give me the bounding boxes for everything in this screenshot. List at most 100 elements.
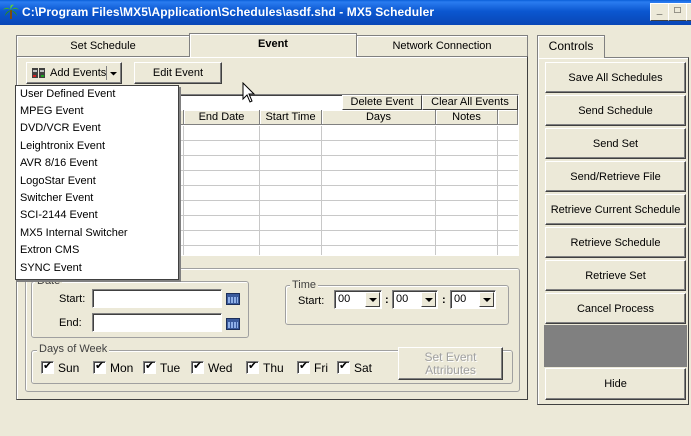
column-header-days[interactable]: Days <box>322 110 436 125</box>
add-events-menu: User Defined Event MPEG Event DVD/VCR Ev… <box>15 85 179 280</box>
end-date-input[interactable] <box>92 313 222 332</box>
thu-label: Thu <box>263 361 284 375</box>
seconds-select[interactable]: 00 <box>450 290 496 309</box>
menu-item-leightronix-event[interactable]: Leightronix Event <box>20 140 105 152</box>
retrieve-schedule-button[interactable]: Retrieve Schedule <box>545 227 686 258</box>
set-event-attributes-button[interactable]: Set Event Attributes <box>398 347 503 380</box>
column-label: Days <box>365 111 392 123</box>
menu-item-logostar-event[interactable]: LogoStar Event <box>20 175 96 187</box>
hours-value: 00 <box>338 293 351 305</box>
dropdown-arrow-icon[interactable] <box>106 66 119 80</box>
delete-event-button[interactable]: Delete Event <box>342 95 422 110</box>
column-label: Notes <box>452 111 481 123</box>
minutes-value: 00 <box>396 293 409 305</box>
cancel-process-button[interactable]: Cancel Process <box>545 293 686 324</box>
hours-select[interactable]: 00 <box>334 290 382 309</box>
column-header-start-time[interactable]: Start Time <box>260 110 322 125</box>
grid-header-cell <box>498 110 518 125</box>
add-events-button[interactable]: Add Events <box>26 62 122 84</box>
time-separator: : <box>385 294 389 306</box>
button-label: Send/Retrieve File <box>570 170 661 183</box>
tab-event[interactable]: Event <box>189 33 357 57</box>
clear-all-events-label: Clear All Events <box>431 96 509 108</box>
send-schedule-button[interactable]: Send Schedule <box>545 95 686 126</box>
column-header-notes[interactable]: Notes <box>436 110 498 125</box>
grid-column-line <box>321 126 322 255</box>
wed-label: Wed <box>208 361 233 375</box>
hide-button[interactable]: Hide <box>545 368 686 400</box>
close-button[interactable]: x <box>686 3 691 21</box>
button-label: Hide <box>604 378 627 390</box>
minutes-select[interactable]: 00 <box>392 290 438 309</box>
fri-checkbox[interactable] <box>297 359 310 374</box>
edit-event-button[interactable]: Edit Event <box>134 62 222 84</box>
retrieve-set-button[interactable]: Retrieve Set <box>545 260 686 291</box>
tue-checkbox[interactable] <box>143 359 156 374</box>
menu-item-switcher-event[interactable]: Switcher Event <box>20 192 93 204</box>
sat-label: Sat <box>354 361 373 375</box>
tab-label: Controls <box>548 39 594 53</box>
start-date-input[interactable] <box>92 289 222 308</box>
seconds-value: 00 <box>454 293 467 305</box>
chevron-down-icon[interactable] <box>479 292 494 307</box>
time-group-label: Time <box>290 279 319 291</box>
mouse-cursor-icon <box>242 82 256 103</box>
time-separator: : <box>442 294 446 306</box>
column-label: End Date <box>198 111 245 123</box>
time-start-label: Start: <box>298 295 325 307</box>
menu-item-sci-2144-event[interactable]: SCI-2144 Event <box>20 209 98 221</box>
tue-label: Tue <box>160 361 181 375</box>
tab-set-schedule[interactable]: Set Schedule <box>16 35 190 57</box>
tab-network-connection[interactable]: Network Connection <box>356 35 528 57</box>
save-all-schedules-button[interactable]: Save All Schedules <box>545 62 686 93</box>
menu-item-mx5-internal-switcher[interactable]: MX5 Internal Switcher <box>20 227 128 239</box>
tab-label: Set Schedule <box>70 40 136 52</box>
button-label: Retrieve Current Schedule <box>550 203 681 216</box>
menu-item-user-defined-event[interactable]: User Defined Event <box>20 88 115 100</box>
controls-spacer <box>544 325 687 367</box>
button-label: Retrieve Schedule <box>570 236 661 249</box>
end-date-calendar-icon[interactable] <box>226 318 240 330</box>
title-bar: C:\Program Files\MX5\Application\Schedul… <box>0 0 691 25</box>
menu-item-sync-event[interactable]: SYNC Event <box>20 262 82 274</box>
start-date-calendar-icon[interactable] <box>226 293 240 305</box>
chevron-down-icon[interactable] <box>365 292 380 307</box>
sun-checkbox[interactable] <box>41 359 54 374</box>
maximize-button[interactable]: □ <box>668 3 687 21</box>
delete-event-label: Delete Event <box>350 96 414 108</box>
send-retrieve-file-button[interactable]: Send/Retrieve File <box>545 161 686 192</box>
grid-column-line <box>259 126 260 255</box>
menu-item-dvd-vcr-event[interactable]: DVD/VCR Event <box>20 122 101 134</box>
end-date-label: End: <box>59 317 82 329</box>
menu-item-extron-cms[interactable]: Extron CMS <box>20 244 79 256</box>
window-title: C:\Program Files\MX5\Application\Schedul… <box>22 5 435 19</box>
menu-item-avr-event[interactable]: AVR 8/16 Event <box>20 157 97 169</box>
set-event-attributes-label: Set Event Attributes <box>424 349 477 377</box>
fri-label: Fri <box>314 361 328 375</box>
days-group-label: Days of Week <box>37 343 110 355</box>
start-date-label: Start: <box>59 293 86 305</box>
mon-checkbox[interactable] <box>93 359 106 374</box>
button-label: Send Schedule <box>578 104 653 117</box>
edit-event-label: Edit Event <box>152 67 204 79</box>
minimize-button[interactable]: _ <box>650 3 669 21</box>
clear-all-events-button[interactable]: Clear All Events <box>422 95 518 110</box>
grid-column-line <box>183 126 184 255</box>
button-label: Cancel Process <box>576 302 655 315</box>
tab-controls[interactable]: Controls <box>537 35 605 58</box>
grid-column-line <box>497 126 498 255</box>
retrieve-current-schedule-button[interactable]: Retrieve Current Schedule <box>545 194 686 225</box>
thu-checkbox[interactable] <box>246 359 259 374</box>
add-events-label: Add Events <box>50 67 107 79</box>
app-icon <box>3 4 19 19</box>
tab-label: Event <box>258 38 288 50</box>
chevron-down-icon[interactable] <box>421 292 436 307</box>
send-set-button[interactable]: Send Set <box>545 128 686 159</box>
column-header-end-date[interactable]: End Date <box>184 110 260 125</box>
tab-label: Network Connection <box>392 40 492 52</box>
menu-item-mpeg-event[interactable]: MPEG Event <box>20 105 84 117</box>
button-label: Send Set <box>592 137 639 150</box>
button-label: Save All Schedules <box>568 71 663 84</box>
wed-checkbox[interactable] <box>191 359 204 374</box>
sat-checkbox[interactable] <box>337 359 350 374</box>
